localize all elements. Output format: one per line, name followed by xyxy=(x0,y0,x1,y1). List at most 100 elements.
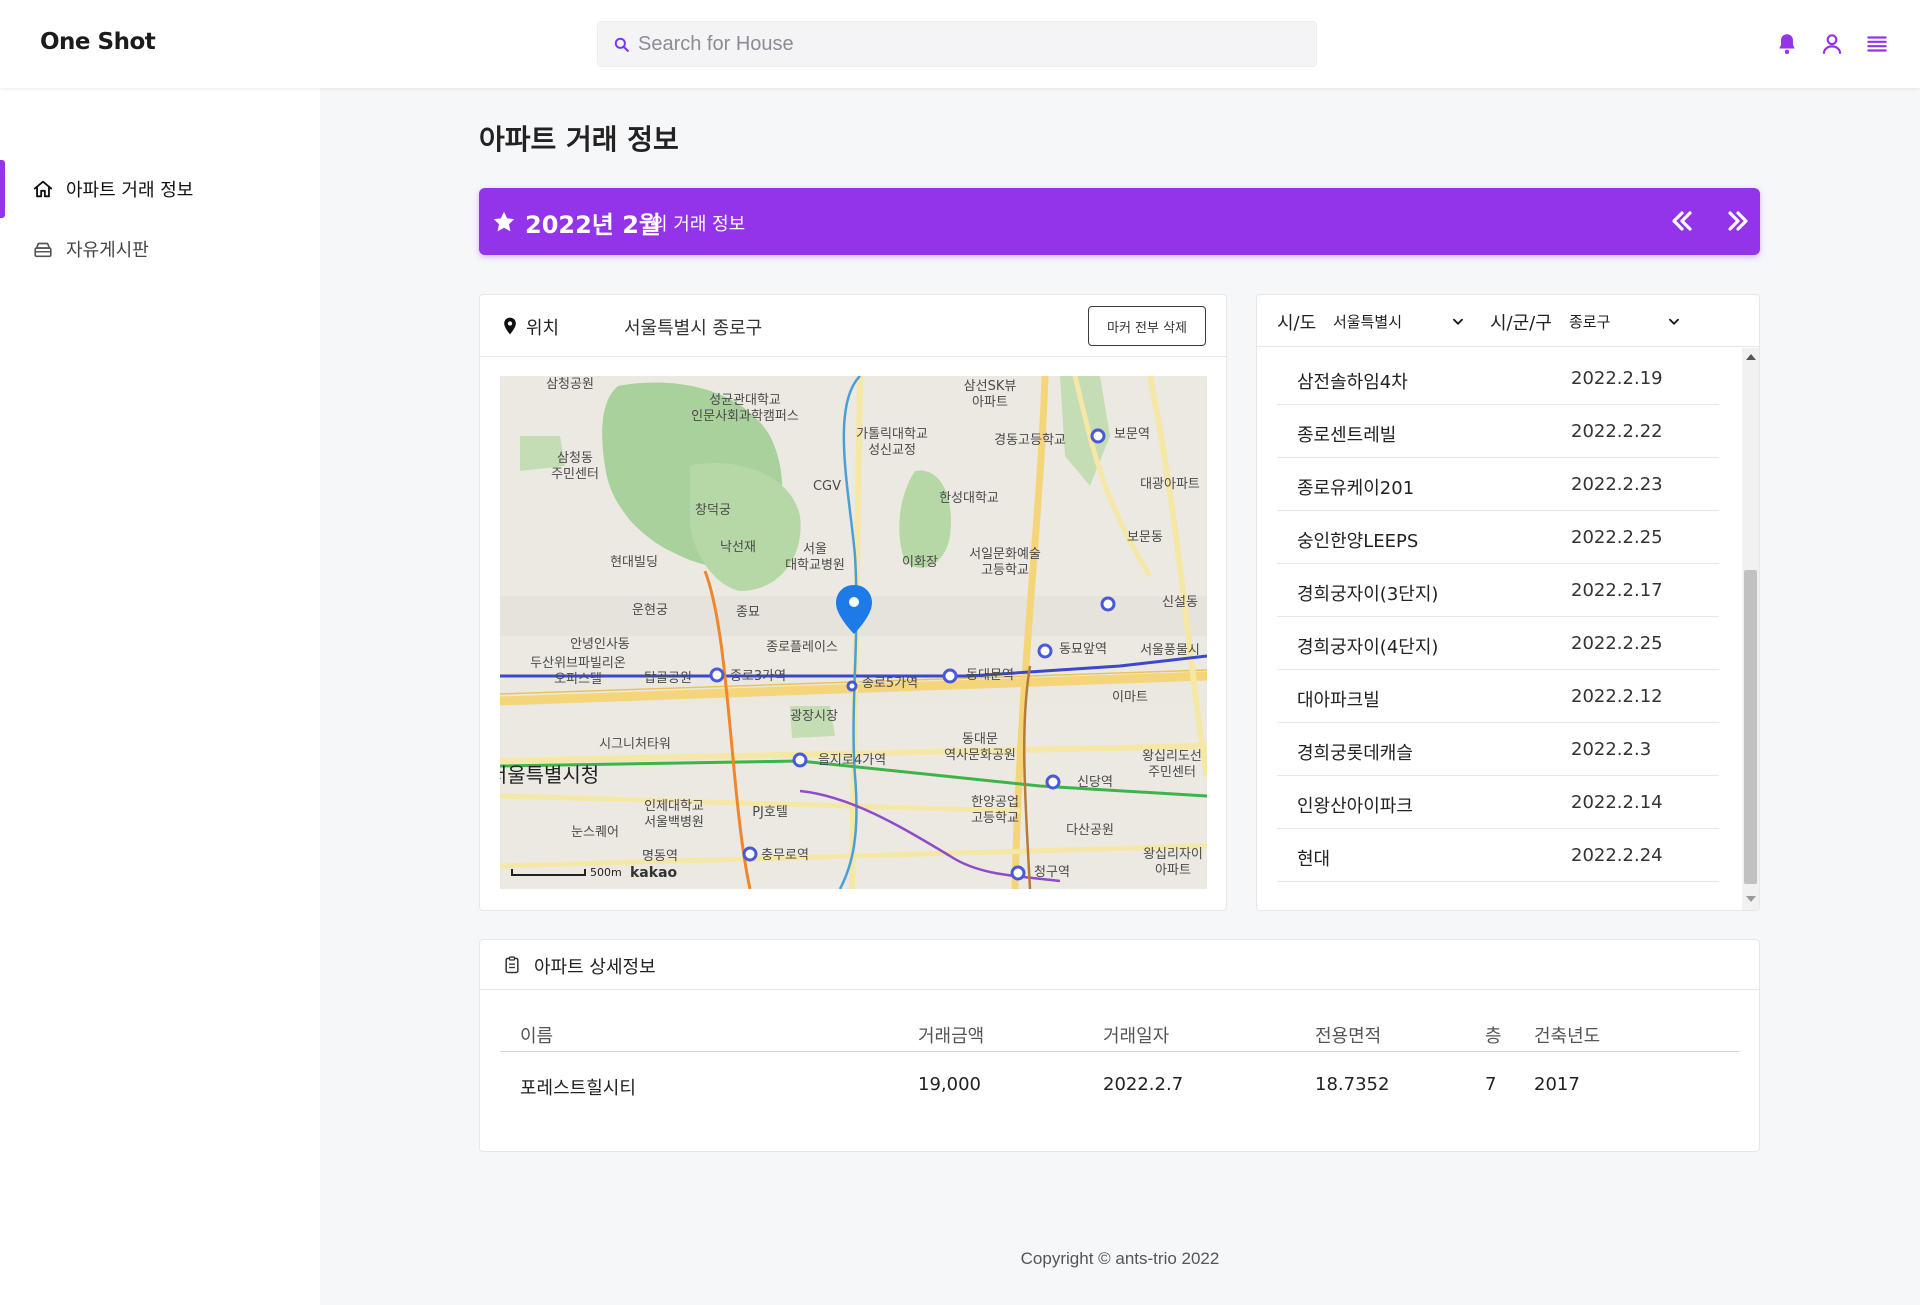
sido-select[interactable]: 서울특별시 xyxy=(1333,306,1465,336)
gugun-label: 시/군/구 xyxy=(1490,313,1552,334)
deal-list[interactable]: 삼전솔하임4차 2022.2.19 종로센트레빌 2022.2.22 종로유케이… xyxy=(1257,348,1759,910)
menu-icon[interactable] xyxy=(1864,31,1890,57)
map-label: 삼선SK뷰 xyxy=(964,379,1017,394)
deal-name: 삼전솔하임4차 xyxy=(1297,372,1408,393)
search-input[interactable] xyxy=(638,22,1298,66)
bell-icon[interactable] xyxy=(1774,31,1800,57)
cell-build-year: 2017 xyxy=(1534,1074,1580,1095)
map-label: 탑골공원 xyxy=(644,671,692,686)
deal-date: 2022.2.25 xyxy=(1571,527,1663,548)
map-label: 고등학교 xyxy=(981,563,1029,578)
map-pin-icon xyxy=(504,317,516,335)
map-label: 안녕인사동 xyxy=(570,637,630,652)
map-label: 서울풍물시 xyxy=(1140,643,1200,658)
map-label: 주민센터 xyxy=(551,467,599,482)
map-label: 다산공원 xyxy=(1066,823,1114,838)
map-label: 명동역 xyxy=(642,849,678,864)
map-label: 가톨릭대학교 xyxy=(856,427,928,442)
list-item[interactable]: 인왕산아이파크 2022.2.14 xyxy=(1277,777,1719,829)
home-icon xyxy=(33,180,53,198)
cell-name: 포레스트힐시티 xyxy=(520,1078,636,1099)
search-bar[interactable] xyxy=(597,21,1317,67)
chevron-down-icon xyxy=(1453,318,1463,325)
deal-date: 2022.2.17 xyxy=(1571,580,1663,601)
apartment-detail-card: 아파트 상세정보 이름 거래금액 거래일자 전용면적 층 건축년도 포레스트힐시… xyxy=(479,939,1760,1152)
sido-selected-value: 서울특별시 xyxy=(1333,312,1403,331)
map-label: 운현궁 xyxy=(632,603,668,618)
list-item[interactable]: 현대 2022.2.24 xyxy=(1277,830,1719,882)
map-label: 보문역 xyxy=(1114,427,1150,442)
footer-copyright: Copyright © ants-trio 2022 xyxy=(1020,1249,1220,1268)
map-label: 한성대학교 xyxy=(939,491,999,506)
scroll-down-arrow[interactable] xyxy=(1746,896,1756,902)
map-label: 주민센터 xyxy=(1148,765,1196,780)
list-scrollbar[interactable] xyxy=(1742,348,1759,910)
cell-area: 18.7352 xyxy=(1315,1074,1390,1095)
deal-name: 인왕산아이파크 xyxy=(1297,796,1413,817)
map-label: 낙선재 xyxy=(720,540,756,555)
deal-date: 2022.2.3 xyxy=(1571,739,1652,760)
brand-logo[interactable]: One Shot xyxy=(40,29,156,55)
map-label: 광장시장 xyxy=(790,709,838,724)
list-item[interactable]: 숭인한양LEEPS 2022.2.25 xyxy=(1277,512,1719,564)
list-item[interactable]: 경희궁롯데캐슬 2022.2.3 xyxy=(1277,724,1719,776)
map-label: 서울백병원 xyxy=(644,815,704,830)
map-label: 현대빌딩 xyxy=(610,555,658,570)
map-label: 이마트 xyxy=(1112,690,1148,705)
list-item[interactable]: 경희궁자이(4단지) 2022.2.25 xyxy=(1277,618,1719,670)
list-item[interactable]: 경희궁자이(3단지) 2022.2.17 xyxy=(1277,565,1719,617)
cell-floor: 7 xyxy=(1485,1074,1497,1095)
map-label: 청구역 xyxy=(1034,865,1070,880)
map-label: 경동고등학교 xyxy=(994,433,1066,448)
column-header: 거래금액 xyxy=(918,1026,985,1047)
column-header: 층 xyxy=(1485,1026,1502,1047)
scroll-thumb[interactable] xyxy=(1744,570,1757,884)
map-label: 삼청동 xyxy=(557,451,593,466)
deal-date: 2022.2.25 xyxy=(1571,633,1663,654)
sidebar-item-apartment-deals[interactable]: 아파트 거래 정보 xyxy=(0,160,320,218)
double-chevron-left-icon[interactable] xyxy=(1666,205,1698,237)
map-brand: kakao xyxy=(630,865,678,881)
map-view[interactable]: 삼청공원 성균관대학교 인문사회과학캠퍼스 삼선SK뷰 아파트 삼청동 주민센터… xyxy=(500,376,1207,889)
user-icon[interactable] xyxy=(1819,31,1845,57)
map-label: 인제대학교 xyxy=(644,799,704,814)
map-label: 아파트 xyxy=(1155,863,1191,878)
period-banner: 2022년 2월 의 거래 정보 xyxy=(479,188,1760,255)
list-item[interactable]: 종로유케이201 2022.2.23 xyxy=(1277,459,1719,511)
map-canvas[interactable]: 삼청공원 성균관대학교 인문사회과학캠퍼스 삼선SK뷰 아파트 삼청동 주민센터… xyxy=(500,376,1207,889)
map-label: 한양공업 xyxy=(971,795,1019,810)
map-label: 종로플레이스 xyxy=(766,640,838,655)
map-label: 아파트 xyxy=(972,395,1008,410)
deal-name: 종로센트레빌 xyxy=(1297,425,1397,446)
top-header: One Shot xyxy=(0,0,1920,88)
deal-name: 숭인한양LEEPS xyxy=(1297,531,1419,552)
scroll-up-arrow[interactable] xyxy=(1746,354,1756,360)
chevron-down-icon xyxy=(1669,318,1679,325)
detail-title: 아파트 상세정보 xyxy=(534,957,656,978)
list-item[interactable]: 삼전솔하임4차 2022.2.19 xyxy=(1277,353,1719,405)
map-label: 오피스텔 xyxy=(554,672,602,687)
table-row[interactable]: 포레스트힐시티 19,000 2022.2.7 18.7352 7 2017 xyxy=(500,1062,1739,1114)
cell-date: 2022.2.7 xyxy=(1103,1074,1184,1095)
location-label: 위치 xyxy=(526,318,560,339)
map-label: 동묘앞역 xyxy=(1059,642,1107,657)
sidebar-item-free-board[interactable]: 자유게시판 xyxy=(0,220,320,278)
list-item[interactable]: 종로센트레빌 2022.2.22 xyxy=(1277,406,1719,458)
clear-markers-button[interactable]: 마커 전부 삭제 xyxy=(1088,306,1206,346)
location-value: 서울특별시 종로구 xyxy=(624,318,763,339)
deal-name: 종로유케이201 xyxy=(1297,478,1415,499)
map-label: 대학교병원 xyxy=(785,558,845,573)
deal-date: 2022.2.19 xyxy=(1571,368,1663,389)
clipboard-icon xyxy=(505,956,519,974)
map-label: 삼청공원 xyxy=(546,377,594,392)
gugun-select[interactable]: 종로구 xyxy=(1569,306,1681,336)
column-header: 이름 xyxy=(520,1026,554,1047)
map-label: 신설동 xyxy=(1162,595,1198,610)
column-header: 건축년도 xyxy=(1534,1026,1601,1047)
map-label: 성균관대학교 xyxy=(709,393,781,408)
list-item[interactable]: 대아파크빌 2022.2.12 xyxy=(1277,671,1719,723)
sidebar-item-label: 자유게시판 xyxy=(66,240,149,261)
deal-name: 경희궁자이(3단지) xyxy=(1297,584,1439,605)
double-chevron-right-icon[interactable] xyxy=(1722,205,1754,237)
map-label: 을지로4가역 xyxy=(818,753,886,768)
